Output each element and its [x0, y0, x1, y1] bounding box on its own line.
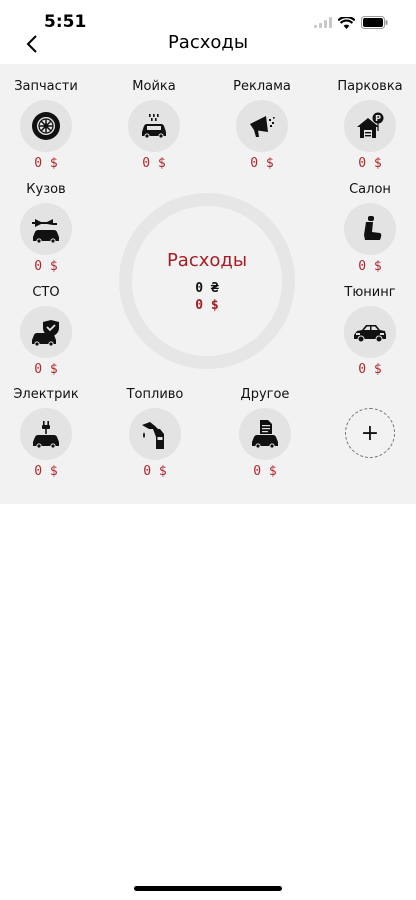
car-shield-icon: [32, 320, 59, 347]
category-icon-circle: [236, 100, 288, 152]
category-label: Мойка: [132, 79, 176, 94]
category-other[interactable]: Другое 0 $: [215, 387, 315, 479]
category-amount: 0 $: [34, 464, 58, 479]
megaphone-icon: [250, 116, 275, 137]
svg-text:P: P: [375, 114, 381, 123]
category-amount: 0 $: [253, 464, 277, 479]
plus-icon: +: [360, 420, 380, 446]
tire-icon: [32, 112, 60, 140]
category-label: Реклама: [233, 79, 291, 94]
category-icon-circle: [20, 203, 72, 255]
category-label: Электрик: [13, 387, 79, 402]
category-advertising[interactable]: Реклама 0 $: [212, 79, 312, 171]
category-wash[interactable]: Мойка 0 $: [104, 79, 204, 171]
expense-categories-panel: Запчасти 0 $ Мойка 0 $ Реклама 0 $ Парко…: [0, 64, 416, 504]
summary-total-uah: 0 ₴: [195, 280, 219, 296]
category-service-station[interactable]: СТО 0 $: [0, 285, 96, 377]
category-parts[interactable]: Запчасти 0 $: [0, 79, 96, 171]
category-electrician[interactable]: Электрик 0 $: [0, 387, 96, 479]
category-label: Запчасти: [14, 79, 78, 94]
category-amount: 0 $: [358, 362, 382, 377]
summary-total-usd: 0 $: [195, 297, 219, 313]
car-wash-icon: [142, 114, 166, 139]
category-icon-circle: [344, 203, 396, 255]
category-label: Тюнинг: [344, 285, 396, 300]
category-icon-circle: [128, 100, 180, 152]
battery-icon: [361, 16, 388, 29]
category-fuel[interactable]: Топливо 0 $: [105, 387, 205, 479]
fuel-nozzle-icon: [142, 422, 164, 449]
category-icon-circle: [129, 408, 181, 460]
category-icon-circle: [20, 306, 72, 358]
category-amount: 0 $: [143, 464, 167, 479]
expenses-summary-ring: Расходы 0 ₴ 0 $: [119, 193, 295, 369]
category-icon-circle: [344, 306, 396, 358]
category-parking[interactable]: Парковка P 0 $: [320, 79, 416, 171]
category-icon-circle: [239, 408, 291, 460]
category-amount: 0 $: [358, 156, 382, 171]
parking-house-icon: P: [357, 112, 384, 138]
status-icons: [314, 16, 388, 29]
wifi-icon: [338, 16, 355, 29]
car-wrench-icon: [32, 219, 59, 244]
category-amount: 0 $: [358, 259, 382, 274]
category-amount: 0 $: [250, 156, 274, 171]
category-label: Другое: [240, 387, 290, 402]
category-icon-circle: P: [344, 100, 396, 152]
category-label: Парковка: [337, 79, 403, 94]
home-indicator: [134, 886, 282, 891]
sports-car-icon: [354, 325, 386, 343]
category-amount: 0 $: [34, 362, 58, 377]
category-icon-circle: [20, 100, 72, 152]
signal-icon: [314, 17, 332, 28]
category-label: Кузов: [26, 182, 66, 197]
category-amount: 0 $: [34, 259, 58, 274]
category-amount: 0 $: [34, 156, 58, 171]
add-category-button[interactable]: +: [345, 408, 395, 458]
car-document-icon: [252, 420, 278, 449]
category-label: Топливо: [126, 387, 184, 402]
category-label: Салон: [349, 182, 391, 197]
car-seat-icon: [364, 216, 382, 240]
category-body[interactable]: Кузов 0 $: [0, 182, 96, 274]
category-icon-circle: [20, 408, 72, 460]
category-interior[interactable]: Салон 0 $: [320, 182, 416, 274]
page-title: Расходы: [167, 32, 249, 53]
status-time: 5:51: [44, 12, 87, 32]
car-plug-icon: [33, 421, 59, 449]
category-tuning[interactable]: Тюнинг 0 $: [320, 285, 416, 377]
category-label: СТО: [32, 285, 60, 300]
category-amount: 0 $: [142, 156, 166, 171]
summary-title: Расходы: [166, 249, 248, 271]
